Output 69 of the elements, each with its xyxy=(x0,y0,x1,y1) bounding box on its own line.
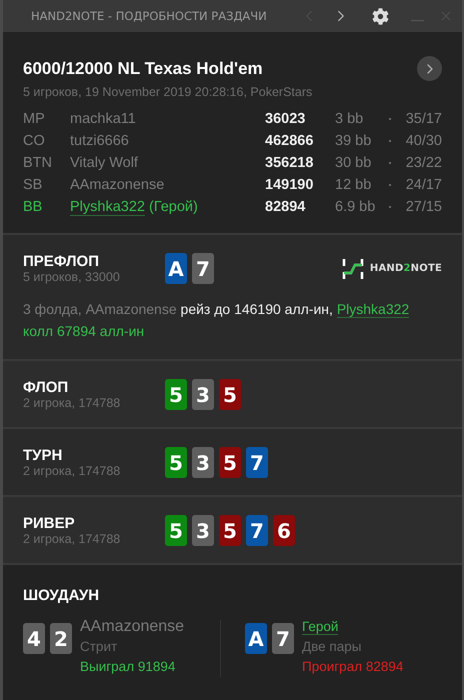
playing-card: 5 xyxy=(219,515,241,546)
hero-link[interactable]: Plyshka322 xyxy=(336,301,410,318)
logo-icon xyxy=(342,258,364,280)
position-label: MP xyxy=(23,111,46,127)
player-stats: 27/15 xyxy=(404,199,442,215)
stack-value: 356218 xyxy=(265,155,314,171)
window-title: HAND2NOTE - ПОДРОБНОСТИ РАЗДАЧИ xyxy=(31,9,268,23)
player-stats: 23/22 xyxy=(404,155,442,171)
result-text: Проиграл 82894 xyxy=(302,658,404,676)
big-blinds: 30 bb xyxy=(335,155,372,171)
hand-subtitle: 5 игроков, 19 November 2019 20:28:16, PokerStars xyxy=(23,85,314,99)
player-name: Vitaly Wolf xyxy=(70,155,139,171)
playing-card: A xyxy=(245,623,267,654)
playing-card: 5 xyxy=(219,447,241,478)
street-name: РИВЕР xyxy=(23,515,76,532)
street-info: 2 игрока, 174788 xyxy=(23,532,122,546)
showdown-title: ШОУДАУН xyxy=(23,587,100,604)
playing-card: 5 xyxy=(219,379,241,410)
player-name: machka11 xyxy=(70,111,137,127)
hand-title: 6000/12000 NL Texas Hold'em xyxy=(23,58,263,78)
gear-icon xyxy=(372,8,389,24)
playing-card: 7 xyxy=(246,447,268,478)
stack-value: 36023 xyxy=(265,111,306,127)
action-text: 3 фолда, AAmazonense рейз до 146190 алл-ин, Plyshka322 колл 67894 алл-ин xyxy=(23,300,410,341)
big-blinds: 3 bb xyxy=(335,111,364,127)
playing-card: 4 xyxy=(23,623,45,654)
hand-combination: Две пары xyxy=(302,638,362,656)
player-stats: 24/17 xyxy=(404,177,442,193)
logo-text: HAND2NOTE xyxy=(370,263,442,274)
position-label: CO xyxy=(23,133,46,149)
player-name: tutzi6666 xyxy=(70,133,130,149)
position-label: BTN xyxy=(23,155,53,171)
player-name: AAmazonense xyxy=(70,177,166,193)
position-label: SB xyxy=(23,177,44,193)
settings-button[interactable] xyxy=(372,8,389,24)
playing-card: 6 xyxy=(273,515,295,546)
stack-value: 149190 xyxy=(265,177,314,193)
playing-card: 7 xyxy=(246,515,268,546)
playing-card: 5 xyxy=(165,515,187,546)
position-label: BB xyxy=(23,199,44,215)
playing-card: 3 xyxy=(192,515,214,546)
street-name: ТУРН xyxy=(23,447,64,464)
player-name: AAmazonense xyxy=(80,617,184,637)
playing-card: 7 xyxy=(272,623,294,654)
playing-card: 3 xyxy=(192,379,214,410)
street-info: 2 игрока, 174788 xyxy=(23,464,122,478)
big-blinds: 12 bb xyxy=(335,177,372,193)
hero-link[interactable]: Герой xyxy=(302,619,338,635)
big-blinds: 39 bb xyxy=(335,133,372,149)
playing-card: 5 xyxy=(165,379,187,410)
playing-card: 5 xyxy=(165,447,187,478)
street-info: 2 игрока, 174788 xyxy=(23,396,122,410)
street-info: 5 игроков, 33000 xyxy=(23,270,121,284)
playing-card: 3 xyxy=(192,447,214,478)
hero-tag: (Герой) xyxy=(149,199,198,215)
next-hand-button[interactable] xyxy=(417,56,442,81)
playing-card: A xyxy=(165,253,187,284)
street-name: ПРЕФЛОП xyxy=(23,253,100,270)
street-name: ФЛОП xyxy=(23,379,70,396)
player-stats: 35/17 xyxy=(404,111,442,127)
hand-combination: Стрит xyxy=(80,638,118,656)
stack-value: 462866 xyxy=(265,133,314,149)
result-text: Выиграл 91894 xyxy=(80,658,176,676)
stack-value: 82894 xyxy=(265,199,306,215)
player-stats: 40/30 xyxy=(404,133,442,149)
big-blinds: 6.9 bb xyxy=(335,199,376,215)
playing-card: 2 xyxy=(50,623,72,654)
playing-card: 7 xyxy=(192,253,214,284)
hero-link[interactable]: Plyshka322 xyxy=(70,199,145,216)
